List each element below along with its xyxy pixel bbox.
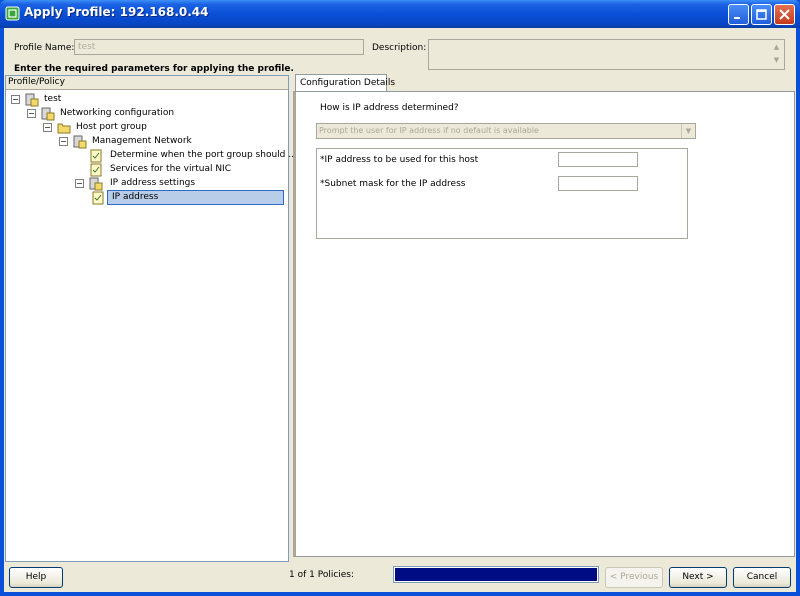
- chevron-down-icon[interactable]: ▼: [681, 124, 695, 138]
- ip-determination-select[interactable]: Prompt the user for IP address if no def…: [316, 123, 696, 139]
- subnet-mask-label: *Subnet mask for the IP address: [320, 179, 466, 189]
- scroll-down-icon[interactable]: ▼: [770, 54, 783, 67]
- profile-name-field[interactable]: test: [74, 39, 364, 55]
- folder-icon: [57, 123, 71, 134]
- host-profile-icon: [25, 93, 39, 107]
- collapse-icon[interactable]: −: [11, 95, 20, 104]
- minimize-button[interactable]: [728, 4, 749, 25]
- window-title: Apply Profile: 192.168.0.44: [24, 5, 209, 19]
- description-field[interactable]: ▲ ▼: [428, 39, 785, 70]
- scroll-up-icon[interactable]: ▲: [770, 41, 783, 54]
- tab-configuration-details[interactable]: Configuration Details: [295, 74, 395, 92]
- maximize-button[interactable]: [751, 4, 772, 25]
- collapse-icon[interactable]: −: [59, 137, 68, 146]
- settings-group-icon: [89, 177, 103, 191]
- profile-policy-tree[interactable]: Profile/Policy − test − Networking confi…: [5, 75, 297, 562]
- previous-button[interactable]: < Previous: [605, 567, 663, 588]
- tree-node-host-port-group[interactable]: Host port group: [76, 122, 147, 132]
- collapse-icon[interactable]: −: [43, 123, 52, 132]
- policies-progress-bar: [393, 566, 599, 583]
- ip-determination-selected-value: Prompt the user for IP address if no def…: [319, 126, 539, 135]
- tree-node-management-network[interactable]: Management Network: [92, 136, 192, 146]
- title-bar[interactable]: Apply Profile: 192.168.0.44: [0, 0, 800, 28]
- progress-fill: [395, 568, 597, 581]
- networking-icon: [41, 107, 55, 121]
- ip-address-label: *IP address to be used for this host: [320, 155, 479, 165]
- ip-parameters-group: *IP address to be used for this host *Su…: [316, 148, 688, 239]
- maximize-icon: [756, 9, 767, 20]
- ip-address-input[interactable]: [558, 152, 638, 167]
- policy-icon: [90, 163, 102, 177]
- profile-name-label: Profile Name:: [14, 43, 75, 53]
- help-button[interactable]: Help: [9, 567, 63, 588]
- apply-profile-window: Apply Profile: 192.168.0.44 Profile Name…: [0, 0, 800, 596]
- ip-determination-question: How is IP address determined?: [320, 103, 459, 113]
- vsphere-app-icon: [5, 6, 20, 21]
- description-label: Description:: [372, 43, 427, 53]
- next-button[interactable]: Next >: [669, 567, 727, 588]
- tree-node-networking-configuration[interactable]: Networking configuration: [60, 108, 174, 118]
- tree-node-determine-port-group[interactable]: Determine when the port group should ...: [110, 150, 297, 160]
- close-icon: [779, 9, 790, 20]
- configuration-details-panel: How is IP address determined? Prompt the…: [293, 91, 795, 557]
- cancel-button[interactable]: Cancel: [733, 567, 791, 588]
- tree-node-services-virtual-nic[interactable]: Services for the virtual NIC: [110, 164, 231, 174]
- port-group-icon: [73, 135, 87, 149]
- tree-node-ip-address-settings[interactable]: IP address settings: [110, 178, 195, 188]
- collapse-icon[interactable]: −: [27, 109, 36, 118]
- tree-node-ip-address[interactable]: IP address: [112, 192, 158, 202]
- dialog-body: Profile Name: test Description: ▲ ▼ Ente…: [4, 28, 796, 592]
- description-scrollbar[interactable]: ▲ ▼: [770, 41, 783, 68]
- close-button[interactable]: [774, 4, 795, 25]
- minimize-icon: [734, 17, 740, 19]
- tree-header: Profile/Policy: [6, 76, 288, 90]
- tree-node-test[interactable]: test: [44, 94, 61, 104]
- instruction-text: Enter the required parameters for applyi…: [14, 64, 294, 74]
- policy-icon: [90, 149, 102, 163]
- policies-count: 1 of 1 Policies:: [289, 570, 355, 580]
- policy-icon: [92, 191, 104, 205]
- subnet-mask-input[interactable]: [558, 176, 638, 191]
- collapse-icon[interactable]: −: [75, 179, 84, 188]
